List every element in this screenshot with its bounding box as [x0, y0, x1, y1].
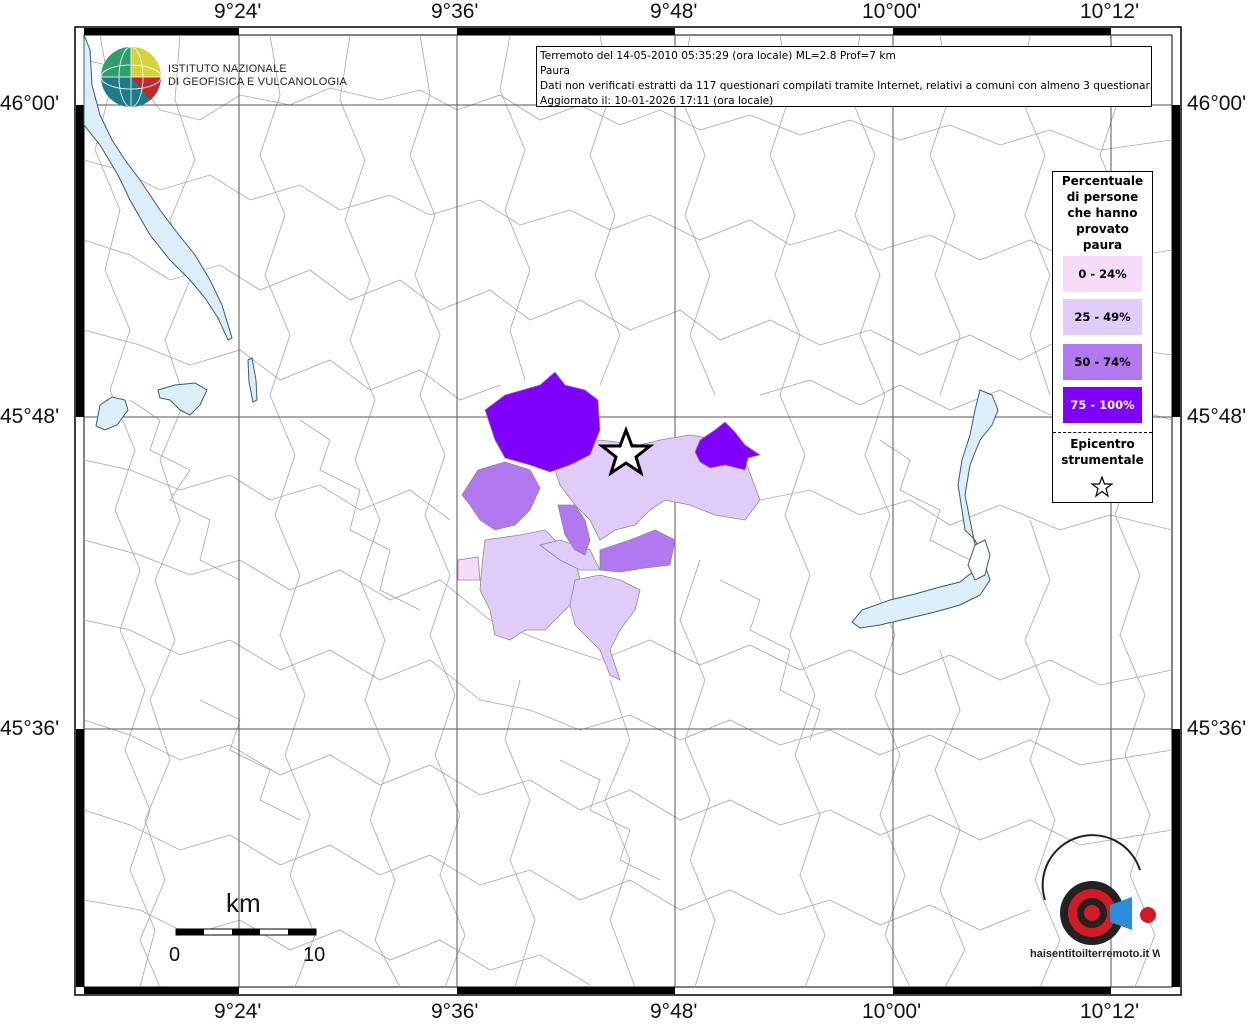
lon-label: 9°48'	[650, 0, 698, 23]
scale-unit: km	[226, 888, 261, 918]
legend-class-0: 0 - 24%	[1063, 256, 1142, 292]
lat-label: 45°48'	[0, 405, 60, 428]
ingv-logo-icon	[100, 46, 162, 108]
event-parameter: Paura	[540, 65, 570, 77]
legend-class-3: 75 - 100%	[1063, 387, 1142, 423]
scale-start: 0	[169, 944, 181, 966]
haisentito-watermark-text: haisentitoilterremoto.it WWW	[1030, 948, 1160, 960]
event-title: Terremoto del 14-05-2010 05:35:29 (ora l…	[540, 50, 896, 62]
legend-star-icon	[1091, 476, 1113, 498]
commune-0-24	[457, 556, 481, 581]
lon-label: 10°12'	[1080, 0, 1140, 23]
lat-label: 46°00'	[1187, 92, 1247, 115]
legend: Percentuale di persone che hanno provato…	[1052, 171, 1153, 503]
event-info-box: Terremoto del 14-05-2010 05:35:29 (ora l…	[536, 46, 1152, 107]
lat-label: 45°36'	[1187, 717, 1247, 740]
legend-class-2: 50 - 74%	[1063, 344, 1142, 380]
lon-label: 9°24'	[214, 1000, 262, 1023]
lon-label: 10°00'	[862, 0, 922, 23]
lon-label: 9°36'	[431, 1000, 479, 1023]
intensity-map	[74, 26, 1182, 996]
lon-label: 10°00'	[862, 1000, 922, 1023]
event-disclaimer: Dati non verificati estratti da 117 ques…	[540, 80, 1152, 92]
lat-label: 45°48'	[1187, 405, 1247, 428]
logo-line-2: DI GEOFISICA E VULCANOLOGIA	[168, 76, 347, 88]
lat-label: 46°00'	[0, 92, 60, 115]
lat-label: 45°36'	[0, 717, 60, 740]
scale-bar	[175, 928, 317, 936]
event-updated: Aggiornato il: 10-01-2026 17:11 (ora loc…	[540, 95, 774, 107]
scale-end: 10	[303, 944, 326, 966]
legend-class-1: 25 - 49%	[1063, 299, 1142, 335]
lon-label: 10°12'	[1080, 1000, 1140, 1023]
lon-label: 9°24'	[214, 0, 262, 23]
legend-title: Percentuale di persone che hanno provato…	[1061, 174, 1144, 252]
lon-label: 9°36'	[431, 0, 479, 23]
ingv-logo-text: ISTITUTO NAZIONALE DI GEOFISICA E VULCAN…	[168, 63, 347, 89]
legend-separator	[1053, 432, 1152, 433]
legend-epicenter-label: Epicentro strumentale	[1061, 437, 1144, 467]
lon-label: 9°48'	[650, 1000, 698, 1023]
logo-line-1: ISTITUTO NAZIONALE	[168, 63, 287, 75]
